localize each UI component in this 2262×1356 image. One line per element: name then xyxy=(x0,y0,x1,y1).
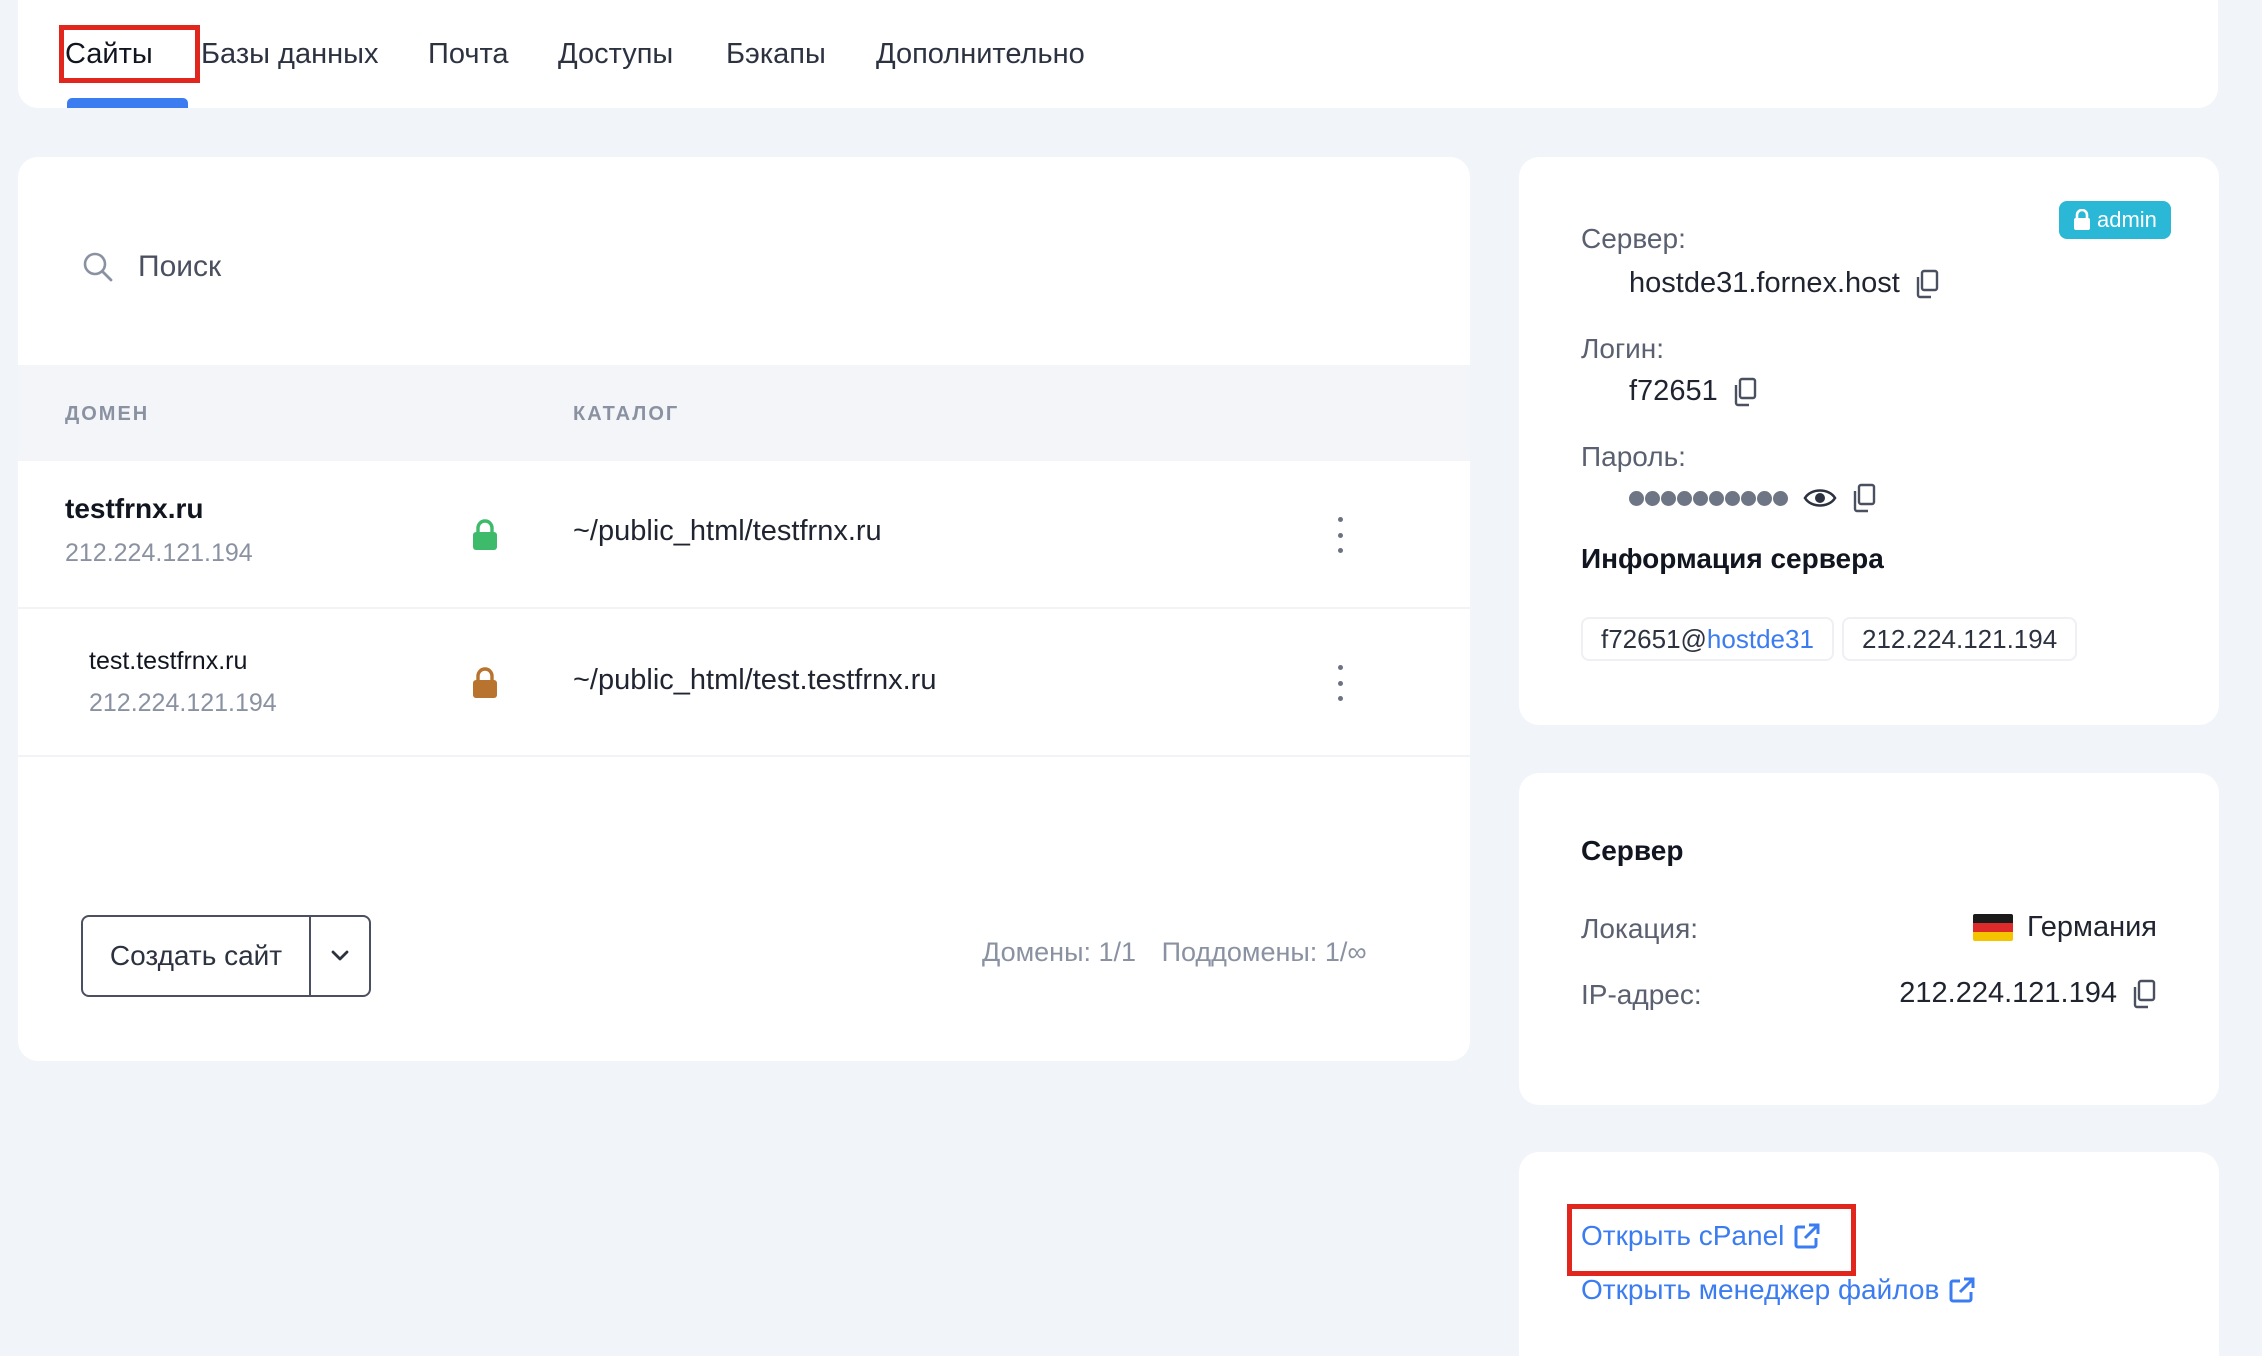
open-file-manager-label: Открыть менеджер файлов xyxy=(1581,1274,1940,1305)
login-value-row: f72651 xyxy=(1629,375,1758,408)
column-domain: ДОМЕН xyxy=(65,403,150,425)
table-row[interactable]: testfrnx.ru 212.224.121.194 ~/public_htm… xyxy=(18,461,1470,609)
location-value-row: Германия xyxy=(1972,911,2157,944)
ssl-lock-icon xyxy=(473,667,497,698)
ip-value: 212.224.121.194 xyxy=(1899,977,2117,1009)
column-catalog: КАТАЛОГ xyxy=(573,403,680,425)
open-file-manager-link[interactable]: Открыть менеджер файлов xyxy=(1581,1274,1977,1306)
ssh-host: hostde31 xyxy=(1706,623,1814,654)
ssh-user-chip[interactable]: f72651@ hostde31 xyxy=(1581,617,1834,661)
site-path: ~/public_html/testfrnx.ru xyxy=(573,515,882,547)
limits-info: Домены: 1/1 Поддомены: 1/∞ xyxy=(982,937,1385,968)
search-input[interactable] xyxy=(138,250,738,284)
domain-name[interactable]: testfrnx.ru xyxy=(65,493,203,525)
ip-label: IP-адрес: xyxy=(1581,979,1702,1010)
credentials-card: admin Сервер: hostde31.fornex.host Логин… xyxy=(1519,157,2219,725)
chevron-down-icon xyxy=(331,950,349,961)
active-tab-indicator xyxy=(67,98,188,108)
subdomain-ip: 212.224.121.194 xyxy=(89,689,277,717)
ssh-user: f72651@ xyxy=(1601,623,1707,654)
links-card: Открыть cPanel Открыть менеджер файлов xyxy=(1519,1152,2219,1356)
eye-icon[interactable] xyxy=(1803,486,1837,510)
tab-backups[interactable]: Бэкапы xyxy=(726,34,826,74)
server-card: Сервер Локация: Германия IP-адрес: 212.2… xyxy=(1519,773,2219,1105)
search-bar xyxy=(80,243,738,291)
ip-value-row: 212.224.121.194 xyxy=(1899,977,2157,1010)
server-value-row: hostde31.fornex.host xyxy=(1629,267,1940,300)
lock-icon xyxy=(2074,209,2090,230)
sites-panel: ДОМЕН КАТАЛОГ testfrnx.ru 212.224.121.19… xyxy=(18,157,1470,1061)
create-site-dropdown[interactable] xyxy=(311,917,369,995)
domains-count: Домены: 1/1 xyxy=(982,937,1137,967)
role-badge: admin xyxy=(2059,201,2171,239)
server-card-title: Сервер xyxy=(1581,835,1684,866)
create-site-button[interactable]: Создать сайт xyxy=(83,917,311,995)
external-link-icon xyxy=(1949,1277,1975,1303)
copy-icon[interactable] xyxy=(1851,483,1877,513)
copy-icon[interactable] xyxy=(2131,979,2157,1009)
domain-ip: 212.224.121.194 xyxy=(65,539,253,567)
sites-tab-highlight xyxy=(59,25,200,83)
server-info-title: Информация сервера xyxy=(1581,543,1884,574)
role-badge-label: admin xyxy=(2097,207,2157,232)
tab-mail[interactable]: Почта xyxy=(428,34,509,74)
login-value: f72651 xyxy=(1629,375,1718,407)
password-value-row xyxy=(1629,483,1877,513)
search-icon xyxy=(83,252,113,282)
create-site-split-button: Создать сайт xyxy=(81,915,371,997)
server-value: hostde31.fornex.host xyxy=(1629,267,1900,299)
tab-databases[interactable]: Базы данных xyxy=(201,34,378,74)
tabs-bar: Сайты Базы данных Почта Доступы Бэкапы Д… xyxy=(18,0,2218,108)
copy-icon[interactable] xyxy=(1732,377,1758,407)
tab-access[interactable]: Доступы xyxy=(558,34,673,74)
server-label: Сервер: xyxy=(1581,223,1686,254)
password-masked xyxy=(1629,490,1789,506)
table-header: ДОМЕН КАТАЛОГ xyxy=(18,365,1470,461)
location-value: Германия xyxy=(2026,911,2157,943)
row-menu-button[interactable] xyxy=(1330,665,1350,701)
germany-flag-icon xyxy=(1972,914,2013,941)
copy-icon[interactable] xyxy=(1914,269,1940,299)
login-label: Логин: xyxy=(1581,333,1665,364)
subdomain-name[interactable]: test.testfrnx.ru xyxy=(89,647,247,676)
site-path: ~/public_html/test.testfrnx.ru xyxy=(573,664,937,696)
location-label: Локация: xyxy=(1581,913,1699,944)
ssl-lock-icon xyxy=(473,519,497,550)
row-menu-button[interactable] xyxy=(1330,517,1350,553)
table-row[interactable]: test.testfrnx.ru 212.224.121.194 ~/publi… xyxy=(18,609,1470,757)
cpanel-link-highlight xyxy=(1567,1204,1856,1276)
tab-additional[interactable]: Дополнительно xyxy=(876,34,1085,74)
password-label: Пароль: xyxy=(1581,441,1686,472)
subdomains-count: Поддомены: 1/∞ xyxy=(1161,937,1367,967)
ip-chip[interactable]: 212.224.121.194 xyxy=(1842,617,2078,661)
